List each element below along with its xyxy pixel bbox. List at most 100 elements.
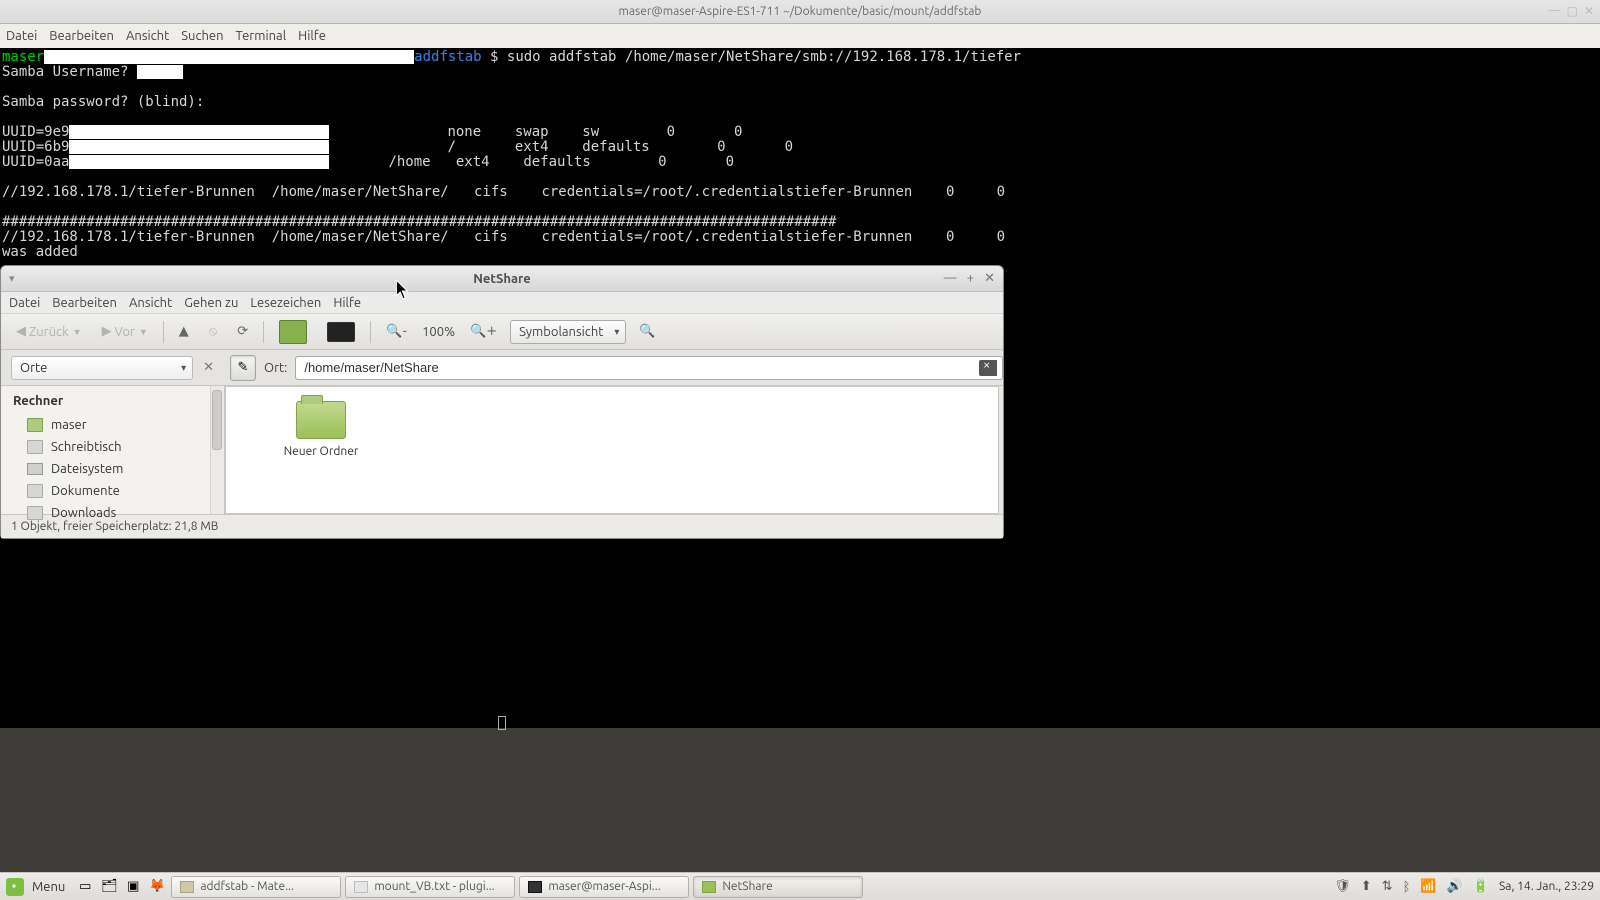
app-icon	[528, 881, 542, 893]
task-button[interactable]: addfstab - Mate...	[171, 876, 341, 898]
sidebar-scrollbar[interactable]	[210, 386, 224, 514]
file-manager-toolbar: ◀ Zurück▼ ▶ Vor▼ ▲ ⦸ ⟳ 🔍- 100% 🔍+ Symbol…	[1, 314, 1003, 350]
separator	[163, 321, 164, 343]
menu-item[interactable]: Lesezeichen	[250, 296, 321, 310]
sidebar-header: Rechner	[1, 390, 224, 414]
location-bar: Orte ✕ ✎ Ort:	[1, 350, 1003, 386]
prompt-dir: addfstab	[414, 49, 481, 65]
forward-button[interactable]: ▶ Vor▼	[95, 319, 155, 345]
terminal-cursor	[498, 716, 506, 730]
menu-item[interactable]: Ansicht	[126, 29, 169, 43]
separator	[370, 321, 371, 343]
sidebar-panel-select[interactable]: Orte	[11, 356, 193, 380]
clear-location-button[interactable]	[979, 360, 997, 376]
drive-icon	[27, 463, 43, 475]
output-line: //192.168.178.1/tiefer-Brunnen /home/mas…	[2, 184, 1005, 200]
update-icon[interactable]: ⬆	[1361, 879, 1372, 894]
terminal-menubar: Datei Bearbeiten Ansicht Suchen Terminal…	[0, 24, 1600, 48]
mint-menu-icon[interactable]	[6, 878, 24, 896]
menu-item[interactable]: Bearbeiten	[52, 296, 117, 310]
prompt-user: maser	[2, 49, 44, 65]
sidebar-item-downloads[interactable]: Downloads	[1, 502, 224, 524]
sidebar: Rechner maser Schreibtisch Dateisystem D…	[1, 386, 225, 514]
output-line: //192.168.178.1/tiefer-Brunnen /home/mas…	[2, 229, 1005, 245]
menu-item[interactable]: Datei	[9, 296, 40, 310]
maximize-icon[interactable]: ▢	[1567, 4, 1578, 18]
output-line: ########################################…	[2, 214, 836, 230]
close-sidebar-button[interactable]: ✕	[199, 360, 218, 375]
reload-button[interactable]: ⟳	[230, 319, 255, 345]
file-manager-launcher-icon[interactable]: 🗂	[99, 877, 119, 897]
menu-item[interactable]: Bearbeiten	[49, 29, 114, 43]
minimize-icon[interactable]: —	[1549, 4, 1561, 18]
home-button[interactable]	[272, 319, 314, 345]
wifi-icon[interactable]: 📶	[1420, 879, 1436, 894]
separator	[263, 321, 264, 343]
menu-item[interactable]: Gehen zu	[184, 296, 238, 310]
computer-button[interactable]	[320, 319, 362, 345]
file-manager-titlebar[interactable]: ▾ NetShare — + ✕	[1, 266, 1003, 292]
minimize-icon[interactable]: —	[944, 271, 957, 286]
terminal-title: maser@maser-Aspire-ES1-711 ~/Dokumente/b…	[619, 5, 982, 18]
menu-item[interactable]: Suchen	[181, 29, 223, 43]
menu-item[interactable]: Terminal	[236, 29, 287, 43]
menu-button[interactable]: Menu	[32, 880, 65, 894]
terminal-launcher-icon[interactable]: ▣	[123, 877, 143, 897]
location-input[interactable]	[295, 356, 1003, 380]
menu-item[interactable]: Hilfe	[333, 296, 361, 310]
back-button[interactable]: ◀ Zurück▼	[9, 319, 89, 345]
view-mode-select[interactable]: Symbolansicht	[510, 320, 626, 344]
folder-icon	[27, 440, 43, 454]
close-icon[interactable]: ✕	[1584, 4, 1594, 18]
folder-label: Neuer Ordner	[266, 445, 376, 458]
volume-icon[interactable]: 🔊	[1447, 879, 1463, 894]
up-button[interactable]: ▲	[172, 319, 196, 345]
zoom-out-button[interactable]: 🔍-	[379, 319, 414, 345]
bluetooth-icon[interactable]: ᛒ	[1403, 880, 1411, 894]
battery-icon[interactable]: 🔋	[1473, 879, 1489, 894]
clock[interactable]: Sa, 14. Jan., 23:29	[1499, 880, 1594, 893]
menu-item[interactable]: Datei	[6, 29, 37, 43]
home-icon	[279, 320, 307, 344]
zoom-in-button[interactable]: 🔍+	[463, 319, 504, 345]
pencil-icon: ✎	[238, 360, 249, 375]
file-manager-window: ▾ NetShare — + ✕ Datei Bearbeiten Ansich…	[0, 265, 1004, 539]
app-icon	[180, 881, 194, 893]
output-line: Samba Username?	[2, 64, 128, 80]
scrollbar-thumb[interactable]	[212, 390, 222, 450]
monitor-icon	[327, 322, 355, 342]
maximize-icon[interactable]: +	[967, 271, 974, 286]
menu-item[interactable]: Hilfe	[298, 29, 326, 43]
output-line: was added	[2, 244, 78, 260]
sidebar-item-documents[interactable]: Dokumente	[1, 480, 224, 502]
search-button[interactable]: 🔍	[632, 319, 662, 345]
sidebar-item-desktop[interactable]: Schreibtisch	[1, 436, 224, 458]
firefox-launcher-icon[interactable]: 🦊	[147, 877, 167, 897]
task-button[interactable]: maser@maser-Aspi...	[519, 876, 689, 898]
folder-icon	[296, 401, 346, 439]
task-button-active[interactable]: NetShare	[693, 876, 863, 898]
edit-path-button[interactable]: ✎	[230, 355, 256, 381]
shield-icon[interactable]: 🛡	[1334, 879, 1351, 894]
show-desktop-icon[interactable]: ▭	[75, 877, 95, 897]
menu-item[interactable]: Ansicht	[129, 296, 172, 310]
sidebar-item-home[interactable]: maser	[1, 414, 224, 436]
sidebar-item-filesystem[interactable]: Dateisystem	[1, 458, 224, 480]
close-icon[interactable]: ✕	[984, 271, 995, 286]
file-manager-menubar: Datei Bearbeiten Ansicht Gehen zu Leseze…	[1, 292, 1003, 314]
system-tray: 🛡 ⬆ ⇅ ᛒ 📶 🔊 🔋 Sa, 14. Jan., 23:29	[1334, 879, 1594, 894]
file-manager-title: NetShare	[473, 272, 531, 286]
app-icon	[702, 881, 716, 893]
folder-icon	[27, 484, 43, 498]
command-text: sudo addfstab /home/maser/NetShare/smb:/…	[507, 49, 1021, 65]
folder-icon	[27, 418, 43, 432]
app-icon	[354, 881, 368, 893]
folder-item[interactable]: Neuer Ordner	[266, 401, 376, 458]
window-menu-icon[interactable]: ▾	[9, 272, 15, 285]
file-view[interactable]: Neuer Ordner	[225, 386, 999, 514]
search-icon: 🔍	[639, 324, 655, 339]
terminal-titlebar[interactable]: maser@maser-Aspire-ES1-711 ~/Dokumente/b…	[0, 0, 1600, 24]
task-button[interactable]: mount_VB.txt - plugi...	[345, 876, 515, 898]
network-icon[interactable]: ⇅	[1382, 879, 1393, 894]
stop-button[interactable]: ⦸	[202, 319, 224, 345]
